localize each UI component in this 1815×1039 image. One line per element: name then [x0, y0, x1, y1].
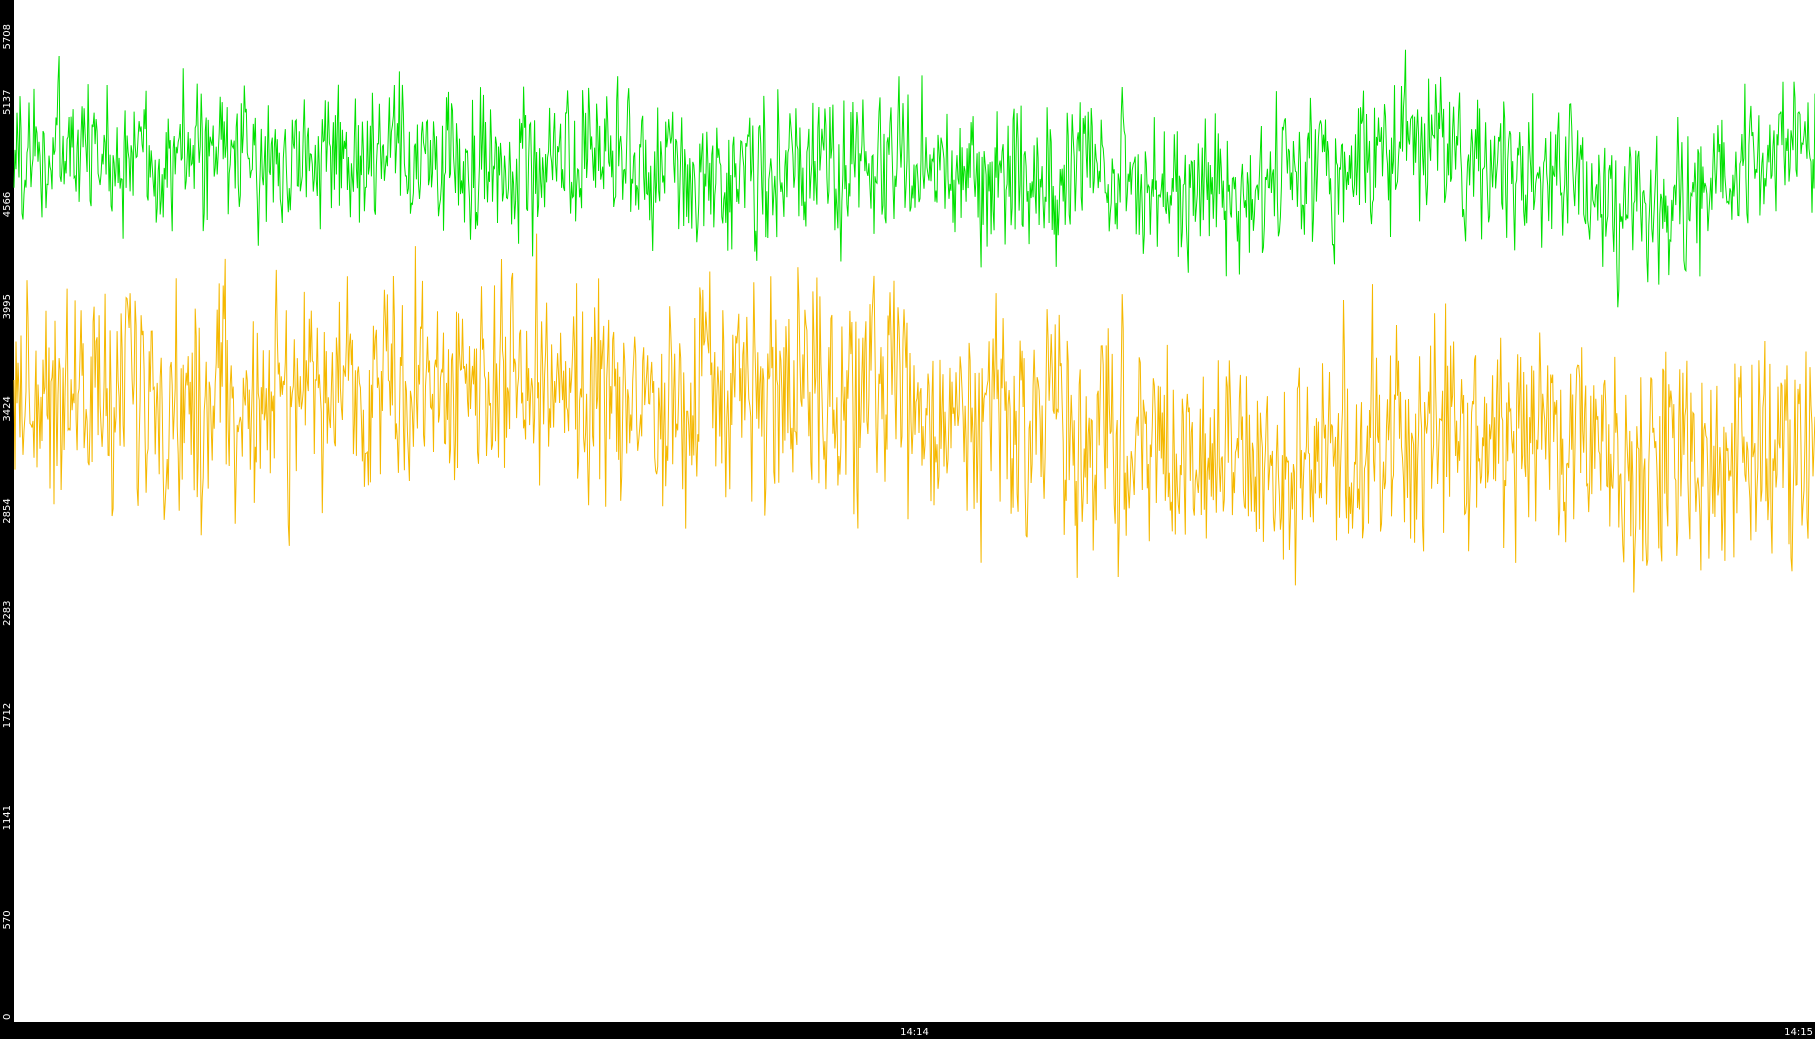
y-tick-label: 570 — [2, 910, 13, 929]
chart: 0 570 1141 1712 2283 2854 3424 3995 4566 5137 5708… — [2, 0, 1815, 1038]
y-tick-label: 3424 — [2, 396, 13, 421]
x-tick-label: 14:14 — [900, 1027, 929, 1038]
y-tick-label: 5708 — [2, 24, 13, 49]
y-axis: 0 570 1141 1712 2283 2854 3424 3995 4566 5137 5708 — [2, 24, 13, 1020]
x-tick-label: 14:15 — [1784, 1027, 1813, 1038]
y-tick-label: 2283 — [2, 600, 13, 625]
y-tick-label: 3995 — [2, 294, 13, 319]
y-tick-label: 1141 — [2, 805, 13, 830]
y-tick-label: 0 — [2, 1014, 13, 1020]
x-axis: 14:0114:0214:0314:0414:0514:0614:0714:08… — [900, 1027, 1813, 1038]
y-tick-label: 5137 — [2, 89, 13, 114]
y-tick-label: 1712 — [2, 703, 13, 728]
y-tick-label: 2854 — [2, 498, 13, 523]
y-tick-label: 4566 — [2, 192, 13, 217]
